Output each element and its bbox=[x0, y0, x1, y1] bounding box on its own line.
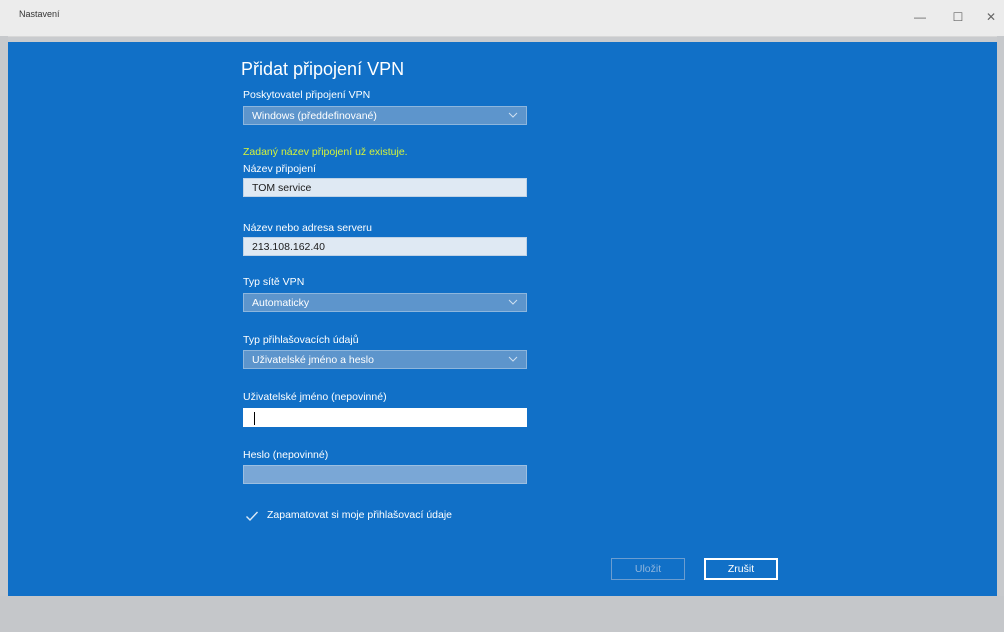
window-title: Nastavení bbox=[19, 9, 60, 19]
signin-type-select-value: Uživatelské jméno a heslo bbox=[252, 354, 374, 366]
chevron-down-icon bbox=[508, 299, 518, 305]
server-label: Název nebo adresa serveru bbox=[243, 222, 372, 234]
signin-type-label: Typ přihlašovacích údajů bbox=[243, 334, 359, 346]
provider-select[interactable]: Windows (předdefinované) bbox=[243, 106, 527, 125]
password-input[interactable] bbox=[243, 465, 527, 484]
chevron-down-icon bbox=[508, 356, 518, 362]
chevron-down-icon bbox=[508, 112, 518, 118]
vpn-type-select[interactable]: Automaticky bbox=[243, 293, 527, 312]
cancel-button[interactable]: Zrušit bbox=[704, 558, 778, 580]
connection-name-input[interactable]: TOM service bbox=[243, 178, 527, 197]
signin-type-select[interactable]: Uživatelské jméno a heslo bbox=[243, 350, 527, 369]
provider-label: Poskytovatel připojení VPN bbox=[243, 89, 371, 101]
maximize-button[interactable]: ☐ bbox=[943, 6, 973, 28]
title-bar: Nastavení — ☐ ✕ bbox=[0, 0, 1004, 37]
background-left bbox=[0, 36, 8, 632]
background-bottom bbox=[0, 596, 1004, 632]
save-button[interactable]: Uložit bbox=[611, 558, 685, 580]
minimize-button[interactable]: — bbox=[905, 6, 935, 28]
background-right bbox=[997, 36, 1004, 632]
warning-message: Zadaný název připojení už existuje. bbox=[243, 146, 408, 158]
dialog-title: Přidat připojení VPN bbox=[241, 59, 405, 79]
username-input[interactable] bbox=[243, 408, 527, 427]
provider-select-value: Windows (předdefinované) bbox=[252, 110, 377, 122]
vpn-type-label: Typ sítě VPN bbox=[243, 276, 305, 288]
server-address-input[interactable]: 213.108.162.40 bbox=[243, 237, 527, 256]
vpn-type-select-value: Automaticky bbox=[252, 297, 310, 309]
password-label: Heslo (nepovinné) bbox=[243, 449, 329, 461]
username-label: Uživatelské jméno (nepovinné) bbox=[243, 391, 387, 403]
text-cursor bbox=[254, 412, 255, 425]
checkmark-icon[interactable] bbox=[245, 509, 259, 523]
connection-name-label: Název připojení bbox=[243, 163, 316, 175]
remember-credentials-label[interactable]: Zapamatovat si moje přihlašovací údaje bbox=[267, 509, 452, 521]
add-vpn-dialog: Přidat připojení VPN Poskytovatel připoj… bbox=[8, 42, 997, 596]
close-button[interactable]: ✕ bbox=[976, 6, 1004, 28]
